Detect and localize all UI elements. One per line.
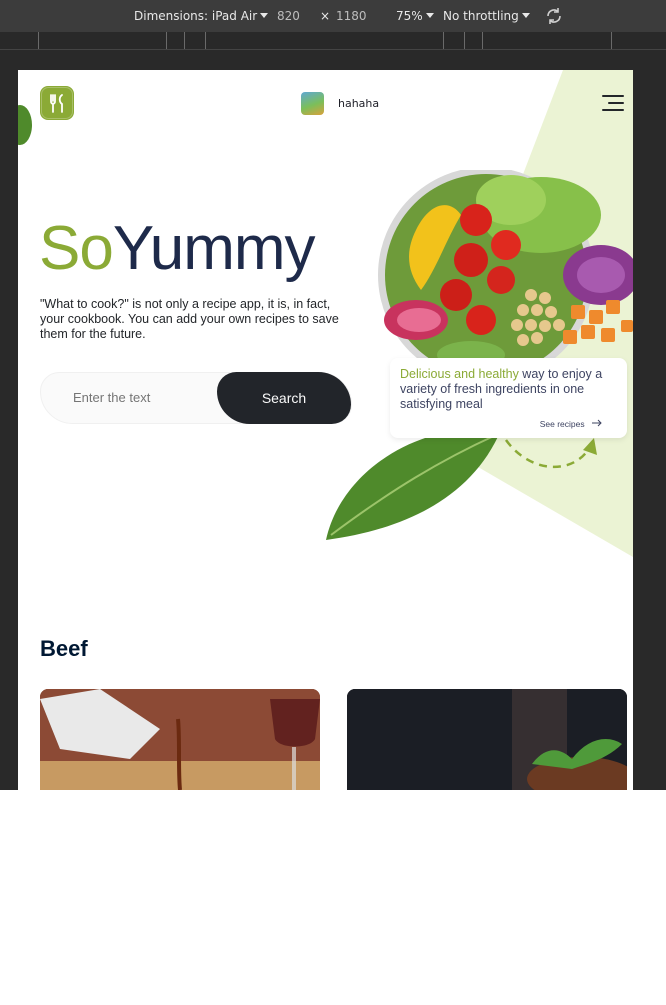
device-dimensions-dropdown[interactable]: Dimensions: iPad Air <box>134 9 269 23</box>
leaf-decoration <box>18 105 32 145</box>
promo-card-text: Delicious and healthy way to enjoy a var… <box>400 367 603 411</box>
times-sign: × <box>320 9 331 23</box>
promo-card: Delicious and healthy way to enjoy a var… <box>390 358 627 438</box>
hero-title: SoYummy <box>39 214 316 283</box>
media-query-ruler[interactable] <box>0 32 666 50</box>
hero-description: "What to cook?" is not only a recipe app… <box>40 297 339 341</box>
arrow-right-icon <box>592 419 602 427</box>
zoom-dropdown[interactable]: 75% <box>396 9 434 23</box>
logo[interactable] <box>40 86 74 120</box>
hamburger-icon[interactable] <box>602 94 624 112</box>
dropdown-arrow-icon <box>260 13 269 18</box>
dropdown-arrow-icon <box>425 13 434 18</box>
recipe-card-image[interactable] <box>40 689 320 790</box>
dropdown-arrow-icon <box>521 13 530 18</box>
see-recipes-link[interactable]: See recipes <box>540 419 603 429</box>
devtools-toolbar: Dimensions: iPad Air 820 × 1180 75% No t… <box>0 0 666 32</box>
search-input[interactable] <box>73 390 223 405</box>
recipe-card-image[interactable] <box>347 689 627 790</box>
recipe-photo <box>40 689 320 790</box>
avatar <box>301 92 324 115</box>
width-input[interactable]: 820 <box>277 9 300 23</box>
user-profile[interactable]: hahaha <box>301 92 379 115</box>
recipe-photo <box>347 689 627 790</box>
fork-knife-icon <box>41 87 73 119</box>
category-title: Beef <box>40 636 88 661</box>
app-viewport: hahaha SoYummy "What to cook?" is not on… <box>18 70 633 790</box>
rotate-icon[interactable] <box>544 6 564 29</box>
throttling-dropdown[interactable]: No throttling <box>443 9 530 23</box>
username: hahaha <box>338 97 380 110</box>
height-input[interactable]: 1180 <box>336 9 367 23</box>
